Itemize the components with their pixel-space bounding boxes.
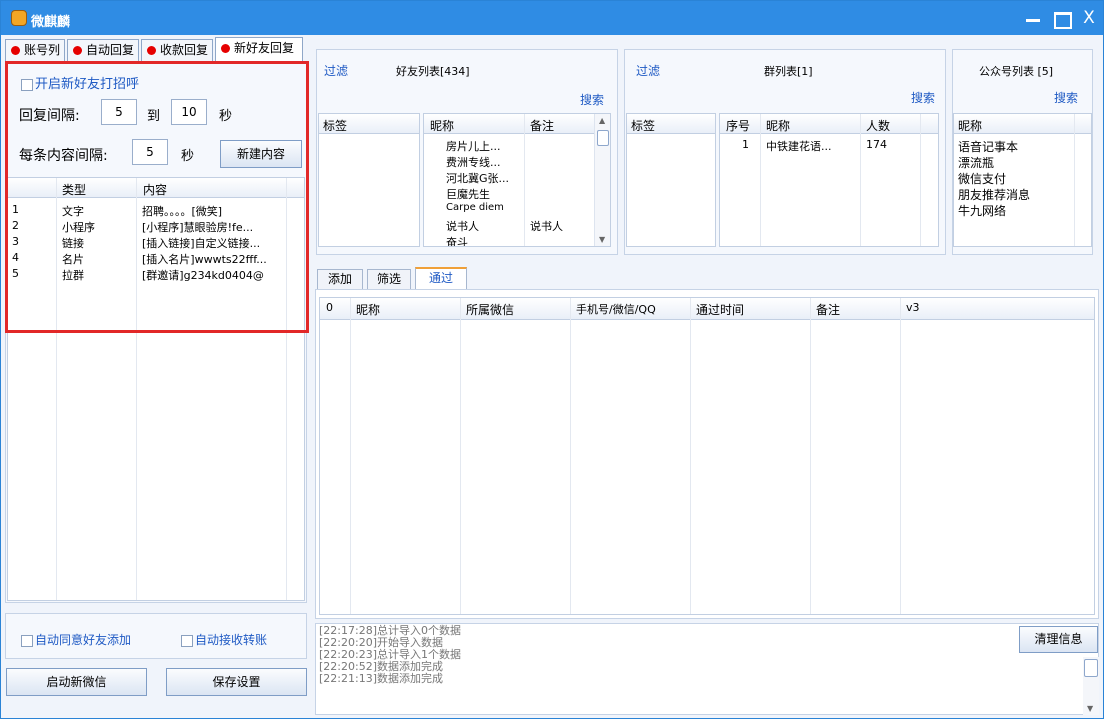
tab-filter[interactable]: 筛选: [367, 269, 411, 289]
col-index: 0: [326, 301, 333, 314]
friends-title: 好友列表[434]: [396, 65, 470, 78]
maximize-button[interactable]: [1047, 5, 1075, 31]
col-remark: 备注: [816, 303, 841, 317]
tab-add[interactable]: 添加: [317, 269, 363, 289]
auto-accept-checkbox[interactable]: 自动同意好友添加: [21, 631, 131, 648]
col-nickname: 昵称: [766, 119, 791, 133]
list-item[interactable]: 河北冀G张...: [424, 169, 610, 185]
tag-header: 标签: [323, 119, 348, 133]
log-scrollbar[interactable]: ▼: [1083, 657, 1099, 715]
col-nickname: 昵称: [958, 119, 983, 133]
official-title: 公众号列表 [5]: [979, 65, 1054, 78]
groups-title: 群列表[1]: [764, 65, 813, 78]
title-bar: 微麒麟 X: [1, 1, 1103, 35]
col-phone: 手机号/微信/QQ: [576, 303, 656, 316]
tab-payment-reply[interactable]: 收款回复: [141, 39, 213, 61]
groups-filter-link[interactable]: 过滤: [636, 62, 660, 79]
red-dot-icon: [73, 46, 82, 55]
tag-header: 标签: [631, 119, 656, 133]
official-list: 昵称 语音记事本 漂流瓶 微信支付 朋友推荐消息 牛九网络: [953, 113, 1092, 247]
list-item[interactable]: 房片儿上...: [424, 137, 610, 153]
tab-passed[interactable]: 通过: [415, 267, 467, 289]
close-button[interactable]: X: [1075, 5, 1103, 31]
list-item[interactable]: 奋斗: [424, 233, 610, 246]
col-v3: v3: [906, 301, 920, 314]
checkbox-icon: [21, 634, 33, 647]
save-settings-button[interactable]: 保存设置: [166, 668, 307, 696]
col-count: 人数: [866, 119, 891, 133]
tab-auto-reply[interactable]: 自动回复: [67, 39, 139, 61]
groups-tag-list: 标签: [626, 113, 716, 247]
window-title: 微麒麟: [31, 15, 71, 30]
list-item[interactable]: 语音记事本: [954, 137, 1091, 154]
list-item[interactable]: Carpe diem: [424, 201, 610, 217]
list-item[interactable]: 牛九网络: [954, 201, 1091, 218]
list-item[interactable]: 巨魔先生: [424, 185, 610, 201]
col-nickname: 昵称: [430, 119, 455, 133]
col-wechat: 所属微信: [466, 303, 515, 317]
clear-log-button[interactable]: 清理信息: [1019, 626, 1098, 653]
log-text: [22:17:28]总计导入0个数据 [22:20:20]开始导入数据 [22:…: [319, 624, 461, 685]
red-dot-icon: [147, 46, 156, 55]
groups-search-link[interactable]: 搜索: [911, 89, 935, 106]
friends-search-link[interactable]: 搜索: [580, 91, 604, 108]
col-index: 序号: [726, 119, 751, 133]
list-item[interactable]: 朋友推荐消息: [954, 185, 1091, 202]
friends-tag-list: 标签: [318, 113, 420, 247]
friends-filter-link[interactable]: 过滤: [324, 62, 348, 79]
list-item[interactable]: 说书人 说书人: [424, 217, 610, 233]
official-search-link[interactable]: 搜索: [1054, 89, 1078, 106]
red-dot-icon: [221, 44, 230, 53]
col-pass-time: 通过时间: [696, 303, 745, 317]
list-item[interactable]: 漂流瓶: [954, 153, 1091, 170]
red-dot-icon: [11, 46, 20, 55]
main-body: 账号列 自动回复 收款回复 新好友回复 开启新好友打招呼 回复间隔: 5 到 1…: [1, 35, 1103, 718]
passed-table: 0 昵称 所属微信 手机号/微信/QQ 通过时间 备注 v3: [319, 297, 1095, 615]
start-wechat-button[interactable]: 启动新微信: [6, 668, 147, 696]
minimize-button[interactable]: [1019, 5, 1047, 31]
auto-receive-checkbox[interactable]: 自动接收转账: [181, 631, 267, 648]
list-item[interactable]: 费洲专线...: [424, 153, 610, 169]
tab-accounts[interactable]: 账号列: [5, 39, 65, 61]
highlight-box: [5, 61, 309, 333]
col-remark: 备注: [530, 119, 555, 133]
checkbox-icon: [181, 634, 193, 647]
list-item[interactable]: 1 中铁建花语... 174: [720, 137, 938, 153]
app-window: 微麒麟 X 账号列 自动回复 收款回复 新好友回复 开启新好友打招呼 回复间隔:…: [0, 0, 1104, 719]
col-nickname: 昵称: [356, 303, 381, 317]
groups-list: 序号 昵称 人数 1 中铁建花语... 174: [719, 113, 939, 247]
friends-scrollbar[interactable]: ▲ ▼: [594, 114, 610, 246]
list-item[interactable]: 微信支付: [954, 169, 1091, 186]
app-logo-icon: [11, 10, 27, 26]
friends-list: 昵称 备注 房片儿上... 费洲专线... 河北冀G张... 巨魔先生 Carpe…: [423, 113, 611, 247]
tab-new-friend-reply[interactable]: 新好友回复: [215, 37, 303, 61]
